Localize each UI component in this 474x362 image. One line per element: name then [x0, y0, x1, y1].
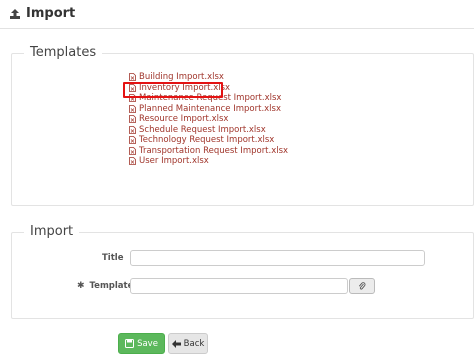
template-link-label: Building Import.xlsx — [139, 72, 224, 82]
import-panel: Import — [11, 224, 474, 319]
template-link-label: Technology Request Import.xlsx — [139, 135, 275, 145]
template-link-label: Transportation Request Import.xlsx — [139, 145, 289, 156]
template-link-label: Resource Import.xlsx — [139, 114, 229, 124]
template-label: Template — [89, 281, 134, 291]
template-link-item[interactable]: Resource Import.xlsx — [129, 114, 288, 125]
title-label: Title — [102, 253, 124, 263]
page-title: Import — [26, 6, 76, 21]
templates-panel: Templates Building Import.xlsx Inventory … — [11, 45, 474, 206]
template-link-label: Planned Maintenance Import.xlsx — [139, 103, 282, 114]
template-link-label: Schedule Request Import.xlsx — [139, 124, 266, 135]
file-excel-icon — [129, 146, 136, 155]
template-label-wrap: ✱ Template — [77, 281, 133, 291]
file-excel-icon — [129, 73, 136, 82]
file-excel-icon — [129, 125, 136, 134]
template-link-item[interactable]: Technology Request Import.xlsx — [129, 135, 288, 146]
save-label: Save — [137, 338, 158, 349]
file-excel-icon — [129, 136, 136, 145]
upload-icon — [10, 9, 20, 19]
template-link-item[interactable]: Transportation Request Import.xlsx — [129, 146, 288, 157]
template-link-item[interactable]: Building Import.xlsx — [129, 72, 288, 83]
arrow-left-icon — [171, 339, 181, 348]
template-link-item[interactable]: Schedule Request Import.xlsx — [129, 125, 288, 136]
back-label: Back — [183, 338, 205, 349]
page-header: Import — [0, 0, 474, 29]
file-excel-icon — [129, 115, 136, 124]
save-icon — [125, 339, 135, 348]
file-excel-icon — [129, 157, 136, 166]
template-link-item[interactable]: Planned Maintenance Import.xlsx — [129, 104, 288, 115]
title-input[interactable] — [130, 250, 425, 266]
highlight-box — [123, 82, 223, 98]
back-button[interactable]: Back — [168, 333, 208, 354]
browse-file-button[interactable] — [349, 278, 375, 294]
import-legend: Import — [24, 224, 80, 239]
template-link-label: User Import.xlsx — [139, 156, 209, 166]
save-button[interactable]: Save — [118, 333, 165, 354]
templates-legend: Templates — [24, 45, 103, 60]
paperclip-icon — [358, 281, 366, 290]
required-asterisk-icon: ✱ — [77, 281, 85, 291]
template-file-input[interactable] — [130, 278, 348, 294]
template-link-item[interactable]: User Import.xlsx — [129, 156, 288, 167]
file-excel-icon — [129, 104, 136, 113]
